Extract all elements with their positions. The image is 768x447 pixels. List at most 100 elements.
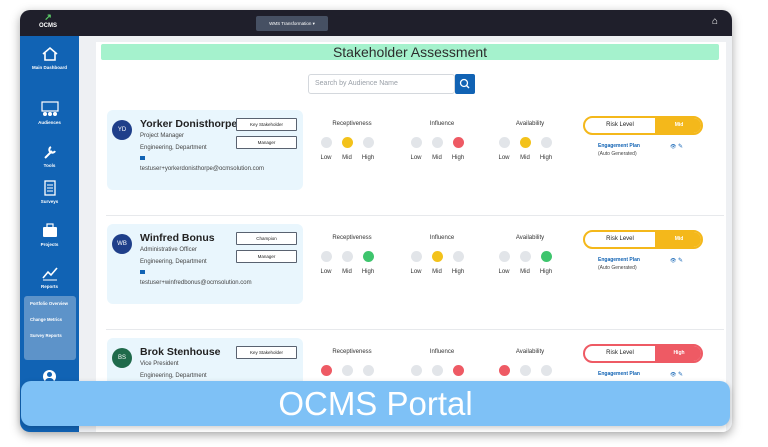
sidebar-item-projects[interactable]: Projects: [20, 223, 79, 247]
rating-dot-mid[interactable]: [520, 365, 531, 376]
rating-dot-mid[interactable]: [432, 137, 443, 148]
rating-dot-high[interactable]: [541, 365, 552, 376]
stakeholder-row: WB Winfred Bonus Administrative Officer Eng…: [107, 224, 725, 304]
view-icon[interactable]: 👁: [670, 144, 676, 150]
sidebar-item-tools[interactable]: Tools: [20, 144, 79, 168]
ocms-logo[interactable]: ↗ OCMS: [28, 12, 68, 34]
rating-dot-high[interactable]: [453, 365, 464, 376]
view-icon[interactable]: 👁: [670, 258, 676, 264]
rating-dot-low[interactable]: [411, 137, 422, 148]
risk-level-label: Risk Level: [606, 122, 634, 128]
rating-label: High: [451, 269, 465, 275]
metric-receptiveness: Receptiveness Low Mid High: [317, 110, 387, 170]
stakeholder-card[interactable]: WB Winfred Bonus Administrative Officer Eng…: [107, 224, 303, 304]
rating-label: Low: [410, 269, 422, 275]
search-icon: [459, 78, 470, 89]
rating-dot-mid[interactable]: [342, 365, 353, 376]
engagement-plan-note: (Auto Generated): [598, 265, 637, 271]
tag-button[interactable]: Manager: [236, 136, 297, 149]
risk-level-toggle[interactable]: Risk Level High: [583, 344, 703, 363]
sidebar-item-audiences[interactable]: Audiences: [20, 101, 79, 125]
submenu-item-portfolio-overview[interactable]: Portfolio Overview: [24, 296, 76, 312]
avatar: WB: [112, 234, 132, 254]
engagement-plan-link[interactable]: Engagement Plan: [598, 371, 640, 377]
reports-submenu: Portfolio Overview Change Metrics Survey…: [24, 296, 76, 360]
home-icon[interactable]: ⌂: [712, 17, 718, 27]
view-icon[interactable]: 👁: [670, 372, 676, 378]
rating-label: High: [539, 155, 553, 161]
row-divider: [106, 215, 724, 216]
rating-label: Mid: [342, 269, 352, 275]
logo-text: OCMS: [39, 23, 57, 29]
search-input[interactable]: Search by Audience Name: [308, 74, 455, 94]
rating-label: High: [539, 269, 553, 275]
rating-dot-mid[interactable]: [520, 137, 531, 148]
submenu-item-change-metrics[interactable]: Change Metrics: [24, 312, 76, 328]
submenu-item-survey-reports[interactable]: Survey Reports: [24, 328, 76, 344]
rating-label: High: [361, 269, 375, 275]
sidebar-item-surveys[interactable]: Surveys: [20, 180, 79, 204]
logo-arrow-icon: ↗: [44, 12, 52, 22]
app-window: ↗ OCMS WMS Transformation ▾ ⌂ Main Dashb…: [20, 10, 732, 432]
risk-level-value: Mid: [655, 232, 701, 247]
rating-dot-mid[interactable]: [432, 251, 443, 262]
rating-dot-high[interactable]: [363, 251, 374, 262]
rating-dot-low[interactable]: [499, 251, 510, 262]
tag-button[interactable]: Key Stakeholder: [236, 346, 297, 359]
row-divider: [106, 329, 724, 330]
sidebar-item-label: Tools: [43, 163, 56, 168]
rating-dot-mid[interactable]: [342, 251, 353, 262]
stakeholder-card[interactable]: YD Yorker Donisthorpe Project Manager Engin…: [107, 110, 303, 190]
rating-label: Mid: [342, 155, 352, 161]
engagement-plan-link[interactable]: Engagement Plan: [598, 257, 640, 263]
rating-dot-low[interactable]: [411, 251, 422, 262]
avatar: BS: [112, 348, 132, 368]
rating-label: Mid: [432, 269, 442, 275]
rating-label: Low: [320, 269, 332, 275]
rating-dot-high[interactable]: [541, 251, 552, 262]
edit-icon[interactable]: ✎: [678, 258, 683, 264]
search-button[interactable]: [455, 74, 475, 94]
rating-dot-high[interactable]: [453, 251, 464, 262]
rating-dot-high[interactable]: [541, 137, 552, 148]
metric-title: Influence: [429, 235, 455, 241]
surveys-icon: [43, 180, 56, 196]
rating-dot-low[interactable]: [499, 137, 510, 148]
rating-dot-high[interactable]: [453, 137, 464, 148]
rating-dot-low[interactable]: [499, 365, 510, 376]
rating-dot-low[interactable]: [321, 365, 332, 376]
content-panel: Stakeholder Assessment Search by Audienc…: [96, 42, 726, 432]
rating-dot-mid[interactable]: [342, 137, 353, 148]
metric-influence: Influence Low Mid High: [407, 224, 477, 284]
rating-dot-low[interactable]: [411, 365, 422, 376]
avatar: YD: [112, 120, 132, 140]
rating-dot-mid[interactable]: [520, 251, 531, 262]
sidebar: Main Dashboard Audiences Tools Surveys P…: [20, 36, 79, 432]
rating-label: Low: [498, 155, 510, 161]
tag-button[interactable]: Key Stakeholder: [236, 118, 297, 131]
project-select[interactable]: WMS Transformation ▾: [256, 16, 328, 31]
sidebar-item-main-dashboard[interactable]: Main Dashboard: [20, 46, 79, 70]
metric-title: Influence: [429, 121, 455, 127]
rating-label: Low: [498, 269, 510, 275]
edit-icon[interactable]: ✎: [678, 372, 683, 378]
engagement-plan-link[interactable]: Engagement Plan: [598, 143, 640, 149]
projects-icon: [42, 223, 57, 237]
rating-dot-mid[interactable]: [432, 365, 443, 376]
edit-icon[interactable]: ✎: [678, 144, 683, 150]
rating-dot-high[interactable]: [363, 137, 374, 148]
stakeholder-department: Engineering, Department: [140, 259, 207, 265]
tag-button[interactable]: Champion: [236, 232, 297, 245]
sidebar-item-label: Reports: [40, 284, 58, 289]
rating-dot-low[interactable]: [321, 137, 332, 148]
sidebar-item-reports[interactable]: Reports: [20, 265, 79, 289]
rating-dot-low[interactable]: [321, 251, 332, 262]
risk-level-toggle[interactable]: Risk Level Mid: [583, 116, 703, 135]
risk-level-toggle[interactable]: Risk Level Mid: [583, 230, 703, 249]
risk-level-value: High: [655, 346, 701, 361]
tag-button[interactable]: Manager: [236, 250, 297, 263]
risk-level-value: Mid: [655, 118, 701, 133]
stakeholder-name: Yorker Donisthorpe: [140, 118, 238, 130]
rating-dot-high[interactable]: [363, 365, 374, 376]
sidebar-item-label: Projects: [40, 242, 59, 247]
